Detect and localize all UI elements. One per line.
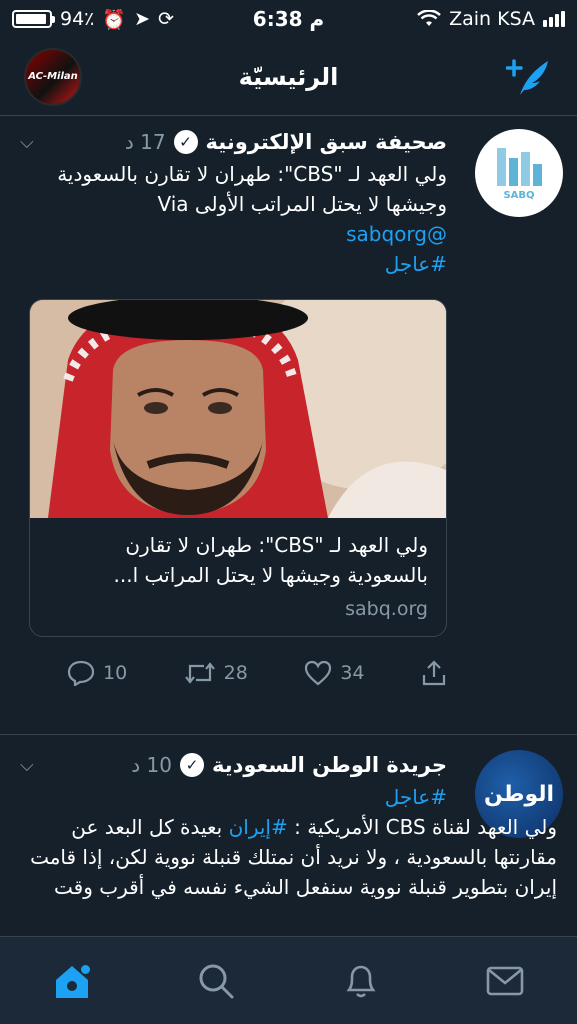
tweet-time: 17 د: [124, 130, 166, 154]
profile-avatar[interactable]: AC-Milan: [24, 47, 82, 106]
status-bar: 94٪ ⏰ ➤ ⟳ 6:38 م Zain KSA: [0, 0, 577, 38]
tweet-text: #عاجل ولي العهد لقناة CBS الأمريكية : #إ…: [20, 782, 557, 902]
tweet-content: ولي العهد لـ "CBS": طهران لا تقارن بالسع…: [57, 162, 447, 216]
tweet[interactable]: الوطن جريدة الوطن السعودية ✓ 10 د ⌵ #عاج…: [0, 736, 577, 936]
reply-count: 10: [103, 662, 128, 684]
tab-messages[interactable]: [475, 951, 535, 1011]
reply-button[interactable]: 10: [67, 659, 127, 687]
share-icon: [422, 660, 446, 686]
tab-notifications[interactable]: [331, 951, 391, 1011]
chevron-down-icon[interactable]: ⌵: [20, 132, 34, 153]
compose-tweet-button[interactable]: [505, 53, 553, 101]
tweet-text: ولي العهد لـ "CBS": طهران لا تقارن بالسع…: [20, 159, 447, 279]
avatar-text: AC-Milan: [28, 71, 78, 82]
verified-badge-icon: ✓: [173, 130, 198, 154]
page-title: الرئيسيّة: [238, 62, 339, 91]
retweet-icon: [184, 662, 215, 684]
card-title: ولي العهد لـ "CBS": طهران لا تقارن بالسع…: [113, 533, 428, 587]
tweet-header: صحيفة سبق الإلكترونية ✓ 17 د ⌵: [20, 125, 447, 159]
hashtag-link[interactable]: #عاجل: [20, 249, 447, 279]
like-button[interactable]: 34: [304, 659, 365, 687]
status-left: 94٪ ⏰ ➤ ⟳: [12, 8, 174, 31]
portrait-image: [30, 300, 446, 518]
tweet-actions: 10 28 34: [67, 659, 447, 687]
retweet-count: 28: [223, 662, 248, 684]
card-text: ولي العهد لـ "CBS": طهران لا تقارن بالسع…: [30, 518, 446, 636]
app-header: AC-Milan الرئيسيّة: [0, 38, 577, 116]
chevron-down-icon[interactable]: ⌵: [20, 755, 34, 776]
tweet-header: جريدة الوطن السعودية ✓ 10 د ⌵: [20, 748, 447, 782]
search-icon: [199, 964, 234, 998]
tweet-author-avatar[interactable]: SABQ: [475, 129, 563, 217]
retweet-button[interactable]: 28: [184, 659, 248, 687]
carrier-name: Zain KSA: [449, 8, 535, 30]
mention-link[interactable]: @sabqorg: [20, 219, 447, 249]
battery-icon: [12, 10, 55, 28]
wifi-icon: [417, 10, 441, 26]
author-name[interactable]: صحيفة سبق الإلكترونية: [206, 130, 447, 154]
tweet-time: 10 د: [131, 753, 172, 777]
rotation-lock-icon: ⟳: [157, 8, 174, 30]
bottom-tab-bar: [0, 936, 577, 1024]
heart-icon: [305, 660, 332, 686]
battery-percent: 94٪: [60, 8, 95, 30]
hashtag-inline-link[interactable]: #إيران: [229, 815, 288, 839]
hashtag-link[interactable]: #عاجل: [20, 782, 447, 812]
tweet[interactable]: SABQ صحيفة سبق الإلكترونية ✓ 17 د ⌵ ولي …: [0, 117, 577, 735]
mail-icon: [486, 966, 524, 995]
compose-icon: [506, 58, 548, 95]
notification-dot: [81, 964, 91, 974]
verified-badge-icon: ✓: [179, 753, 204, 777]
author-name[interactable]: جريدة الوطن السعودية: [212, 753, 447, 777]
location-icon: ➤: [134, 8, 150, 30]
tweet-content: ولي العهد لقناة CBS الأمريكية : #إيران ب…: [20, 812, 557, 902]
bell-icon: [346, 965, 376, 997]
tweet-body: صحيفة سبق الإلكترونية ✓ 17 د ⌵ ولي العهد…: [20, 125, 447, 687]
like-count: 34: [340, 662, 365, 684]
alarm-icon: ⏰: [102, 8, 127, 31]
share-button[interactable]: [421, 659, 447, 687]
tweet-body: جريدة الوطن السعودية ✓ 10 د ⌵ #عاجل ولي …: [20, 748, 557, 902]
reply-icon: [67, 660, 95, 686]
tab-home[interactable]: [42, 951, 102, 1011]
link-card[interactable]: ولي العهد لـ "CBS": طهران لا تقارن بالسع…: [29, 299, 447, 637]
avatar-text: SABQ: [503, 189, 535, 201]
card-domain: sabq.org: [345, 598, 428, 620]
tweet-text-prefix: ولي العهد لقناة CBS الأمريكية :: [287, 815, 557, 839]
card-image: [30, 300, 446, 518]
signal-icon: [543, 11, 565, 27]
tab-search[interactable]: [186, 951, 246, 1011]
status-right: Zain KSA: [417, 8, 565, 30]
